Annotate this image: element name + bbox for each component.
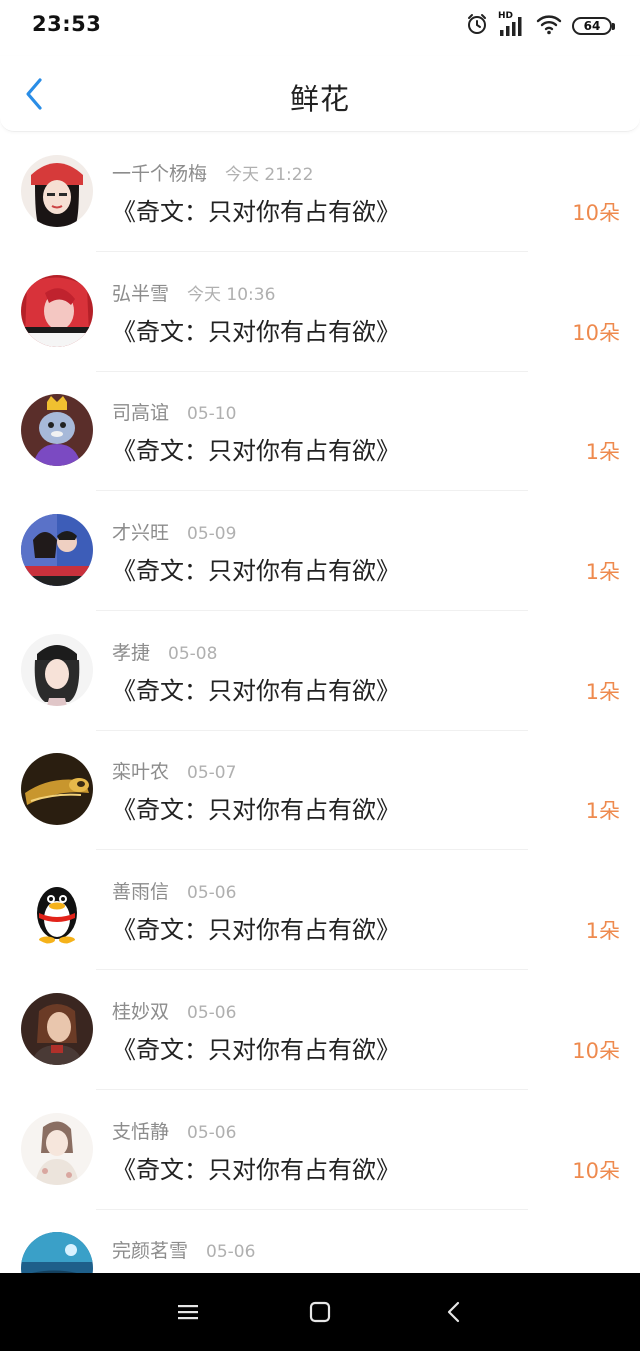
flower-count: 1朵 — [585, 799, 620, 824]
book-title[interactable]: 《奇文：只对你有占有欲》 — [112, 192, 400, 227]
user-name[interactable]: 栾叶农 — [112, 757, 169, 784]
book-title[interactable]: 《奇文：只对你有占有欲》 — [112, 551, 400, 586]
timestamp: 05-07 — [187, 763, 237, 784]
item-meta: 栾叶农 05-07 — [112, 757, 236, 784]
status-time: 23:53 — [32, 12, 102, 36]
list-item[interactable]: 弘半雪 今天 10:36 《奇文：只对你有占有欲》 10朵 — [0, 253, 640, 373]
list-item[interactable]: 司高谊 05-10 《奇文：只对你有占有欲》 1朵 — [0, 372, 640, 492]
home-button[interactable] — [306, 1298, 334, 1326]
item-meta: 司高谊 05-10 — [112, 398, 236, 425]
timestamp: 05-09 — [187, 524, 237, 545]
system-back-button[interactable] — [440, 1298, 468, 1326]
nav-bar: 鲜花 — [0, 56, 640, 132]
user-name[interactable]: 桂妙双 — [112, 997, 169, 1024]
list-item[interactable]: 完颜茗雪 05-06 — [0, 1210, 640, 1273]
avatar[interactable] — [21, 274, 93, 347]
avatar[interactable] — [21, 753, 93, 826]
flower-count: 10朵 — [572, 1038, 620, 1063]
avatar[interactable] — [21, 155, 93, 227]
flower-count: 1朵 — [585, 919, 620, 944]
list-item[interactable]: 桂妙双 05-06 《奇文：只对你有占有欲》 10朵 — [0, 971, 640, 1091]
book-title[interactable]: 《奇文：只对你有占有欲》 — [112, 671, 400, 706]
avatar[interactable] — [21, 514, 93, 587]
timestamp: 今天 21:22 — [225, 165, 314, 185]
list-item[interactable]: 孝捷 05-08 《奇文：只对你有占有欲》 1朵 — [0, 612, 640, 732]
alarm-icon — [466, 13, 488, 39]
item-meta: 孝捷 05-08 — [112, 638, 217, 665]
item-meta: 弘半雪 今天 10:36 — [112, 279, 275, 306]
book-title[interactable]: 《奇文：只对你有占有欲》 — [112, 1030, 400, 1065]
signal-icon: HD — [498, 11, 526, 38]
timestamp: 05-08 — [168, 643, 218, 664]
item-meta: 才兴旺 05-09 — [112, 518, 236, 545]
user-name[interactable]: 一千个杨梅 — [112, 159, 207, 186]
book-title[interactable]: 《奇文：只对你有占有欲》 — [112, 312, 400, 347]
item-meta: 支恬静 05-06 — [112, 1117, 236, 1144]
home-icon — [309, 1301, 331, 1323]
menu-icon — [178, 1305, 198, 1320]
user-name[interactable]: 才兴旺 — [112, 518, 169, 545]
user-name[interactable]: 弘半雪 — [112, 279, 169, 306]
user-name[interactable]: 善雨信 — [112, 877, 169, 904]
battery-level: 64 — [583, 19, 601, 33]
flower-count: 10朵 — [572, 1158, 620, 1183]
item-meta: 一千个杨梅 今天 21:22 — [112, 159, 313, 186]
avatar[interactable] — [21, 394, 93, 467]
list-item[interactable]: 善雨信 05-06 《奇文：只对你有占有欲》 1朵 — [0, 851, 640, 971]
status-bar: 23:53 HD 64 — [0, 0, 640, 56]
avatar[interactable] — [21, 873, 93, 946]
list-item[interactable]: 栾叶农 05-07 《奇文：只对你有占有欲》 1朵 — [0, 731, 640, 851]
user-name[interactable]: 完颜茗雪 — [112, 1236, 188, 1263]
avatar[interactable] — [21, 1112, 93, 1185]
flower-count: 10朵 — [572, 320, 620, 345]
book-title[interactable]: 《奇文：只对你有占有欲》 — [112, 910, 400, 945]
list-item[interactable]: 才兴旺 05-09 《奇文：只对你有占有欲》 1朵 — [0, 492, 640, 612]
timestamp: 05-06 — [187, 883, 237, 904]
user-name[interactable]: 孝捷 — [112, 638, 150, 665]
item-meta: 桂妙双 05-06 — [112, 997, 236, 1024]
avatar[interactable] — [21, 633, 93, 706]
user-name[interactable]: 司高谊 — [112, 398, 169, 425]
timestamp: 今天 10:36 — [187, 284, 276, 305]
battery-icon: 64 — [572, 17, 615, 35]
timestamp: 05-06 — [187, 1002, 237, 1023]
flower-count: 1朵 — [585, 560, 620, 585]
book-title[interactable]: 《奇文：只对你有占有欲》 — [112, 431, 400, 466]
timestamp: 05-06 — [206, 1242, 256, 1263]
status-icons: HD 64 — [466, 11, 615, 39]
wifi-icon — [536, 13, 562, 39]
user-name[interactable]: 支恬静 — [112, 1117, 169, 1144]
flower-count: 1朵 — [585, 440, 620, 465]
avatar[interactable] — [21, 1232, 93, 1273]
list-item[interactable]: 一千个杨梅 今天 21:22 《奇文：只对你有占有欲》 10朵 — [0, 133, 640, 253]
flower-count: 10朵 — [572, 201, 620, 225]
page-title: 鲜花 — [289, 82, 350, 116]
timestamp: 05-06 — [187, 1122, 237, 1143]
flower-list: 一千个杨梅 今天 21:22 《奇文：只对你有占有欲》 10朵 弘半雪 今天 1… — [0, 133, 640, 1273]
item-meta: 完颜茗雪 05-06 — [112, 1236, 255, 1263]
flower-count: 1朵 — [585, 679, 620, 704]
system-nav-bar — [0, 1273, 640, 1351]
timestamp: 05-10 — [187, 404, 237, 425]
back-icon — [447, 1301, 460, 1323]
book-title[interactable]: 《奇文：只对你有占有欲》 — [112, 1150, 400, 1185]
avatar[interactable] — [21, 992, 93, 1065]
item-meta: 善雨信 05-06 — [112, 877, 236, 904]
book-title[interactable]: 《奇文：只对你有占有欲》 — [112, 790, 400, 825]
menu-button[interactable] — [174, 1298, 202, 1326]
list-item[interactable]: 支恬静 05-06 《奇文：只对你有占有欲》 10朵 — [0, 1091, 640, 1211]
